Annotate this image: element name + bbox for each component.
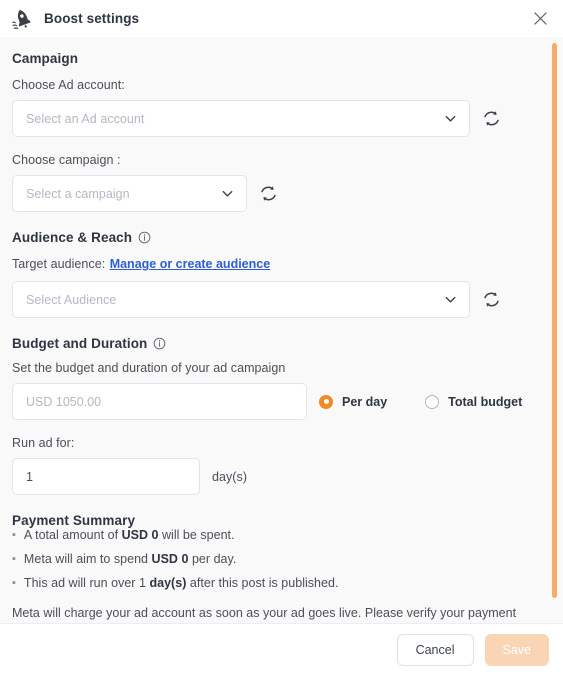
- campaign-label: Choose campaign :: [12, 153, 121, 167]
- radio-per-day-label: Per day: [342, 394, 388, 409]
- bullet-icon: ▪: [12, 552, 16, 565]
- budget-row: Per day Total budget: [12, 383, 547, 420]
- refresh-audiences-icon[interactable]: [482, 290, 501, 309]
- campaign-select[interactable]: Select a campaign: [12, 175, 247, 212]
- days-unit-label: day(s): [212, 469, 248, 484]
- list-item: ▪ This ad will run over 1 day(s) after t…: [12, 576, 547, 592]
- close-icon: [533, 12, 547, 25]
- budget-description: Set the budget and duration of your ad c…: [12, 361, 286, 375]
- radio-total-budget[interactable]: Total budget: [425, 394, 523, 409]
- payment-summary-list: ▪ A total amount of USD 0 will be spent.…: [12, 528, 547, 592]
- radio-per-day[interactable]: Per day: [319, 394, 388, 409]
- summary-bold: USD 0: [151, 551, 189, 566]
- summary-bold: day(s): [149, 575, 187, 590]
- save-button[interactable]: Save: [484, 634, 549, 666]
- run-days-input[interactable]: [12, 458, 200, 495]
- budget-heading-label: Budget and Duration: [12, 336, 148, 351]
- payment-summary-heading-label: Payment Summary: [12, 513, 136, 528]
- header-left-group: Boost settings: [12, 8, 139, 30]
- ad-account-placeholder: Select an Ad account: [26, 111, 145, 126]
- summary-text: A total amount of USD 0 will be spent.: [24, 528, 235, 542]
- scrollbar-thumb[interactable]: [552, 43, 557, 598]
- bullet-icon: ▪: [12, 529, 16, 541]
- radio-total-budget-label: Total budget: [448, 394, 523, 409]
- ad-account-label: Choose Ad account:: [12, 78, 125, 92]
- summary-bold: USD 0: [121, 528, 159, 542]
- info-icon[interactable]: [153, 337, 166, 350]
- payment-charge-note: Meta will charge your ad account as soon…: [12, 605, 517, 620]
- audience-row: Select Audience: [12, 281, 547, 318]
- audience-placeholder: Select Audience: [26, 292, 117, 307]
- scrollbar-track[interactable]: [552, 37, 560, 623]
- chevron-down-icon: [445, 115, 456, 122]
- rocket-icon: [12, 9, 31, 29]
- refresh-campaigns-icon[interactable]: [259, 184, 278, 203]
- section-title-budget: Budget and Duration: [12, 336, 547, 351]
- radio-per-day-indicator: [319, 394, 333, 409]
- modal-footer: Cancel Save: [0, 623, 563, 676]
- summary-pre: This ad will run over 1: [23, 575, 150, 590]
- list-item: ▪ A total amount of USD 0 will be spent.: [12, 528, 547, 544]
- target-audience-label: Target audience:: [12, 257, 106, 271]
- manage-audience-link[interactable]: Manage or create audience: [110, 257, 270, 271]
- chevron-down-icon: [222, 190, 233, 197]
- budget-type-radio-group: Per day Total budget: [319, 394, 523, 409]
- list-item: ▪ Meta will aim to spend USD 0 per day.: [12, 552, 547, 568]
- chevron-down-icon: [445, 296, 456, 303]
- summary-pre: A total amount of: [23, 528, 122, 542]
- campaign-row: Select a campaign: [12, 175, 547, 212]
- modal-body: Campaign Choose Ad account: Select an Ad…: [0, 37, 563, 623]
- audience-heading-label: Audience & Reach: [12, 230, 133, 245]
- summary-post: per day.: [188, 551, 237, 566]
- summary-pre: Meta will aim to spend: [23, 551, 152, 566]
- summary-text: This ad will run over 1 day(s) after thi…: [24, 576, 339, 590]
- boost-settings-modal: Boost settings Campaign Choose Ad accoun…: [0, 0, 563, 676]
- close-button[interactable]: [530, 9, 550, 29]
- run-ad-for-label: Run ad for:: [12, 436, 75, 450]
- page-title: Boost settings: [44, 11, 140, 26]
- summary-post: after this post is published.: [186, 575, 339, 590]
- modal-header: Boost settings: [0, 0, 563, 37]
- radio-total-budget-indicator: [425, 394, 440, 409]
- ad-account-select[interactable]: Select an Ad account: [12, 100, 470, 137]
- section-title-payment-summary: Payment Summary: [12, 513, 547, 528]
- campaign-heading-label: Campaign: [12, 51, 79, 66]
- summary-post: will be spent.: [158, 528, 235, 542]
- section-title-campaign: Campaign: [12, 51, 547, 66]
- ad-account-row: Select an Ad account: [12, 100, 547, 137]
- info-icon[interactable]: [138, 231, 151, 244]
- summary-text: Meta will aim to spend USD 0 per day.: [24, 552, 236, 566]
- budget-amount-input[interactable]: [12, 383, 307, 420]
- run-ad-for-row: day(s): [12, 458, 547, 495]
- target-audience-row: Target audience: Manage or create audien…: [12, 255, 547, 273]
- campaign-placeholder: Select a campaign: [26, 186, 130, 201]
- cancel-button[interactable]: Cancel: [396, 634, 474, 666]
- section-title-audience: Audience & Reach: [12, 230, 547, 245]
- bullet-icon: ▪: [12, 576, 16, 589]
- audience-select[interactable]: Select Audience: [12, 281, 470, 318]
- refresh-ad-accounts-icon[interactable]: [482, 109, 501, 128]
